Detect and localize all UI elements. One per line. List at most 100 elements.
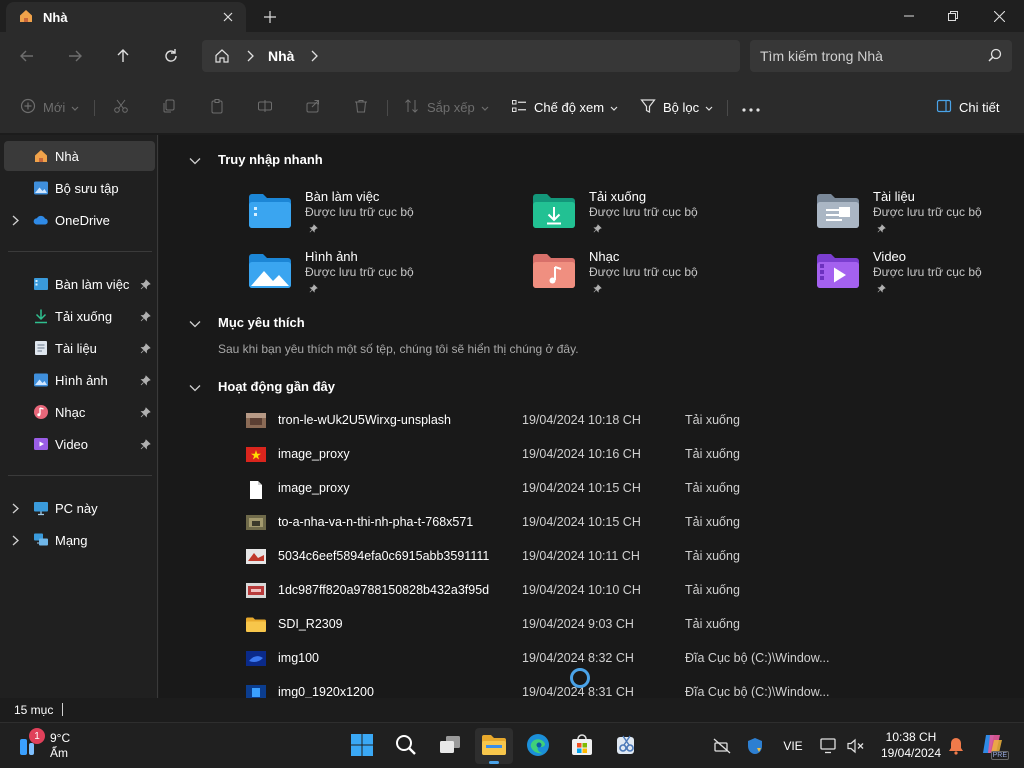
forward-arrow-icon[interactable] xyxy=(61,42,89,70)
sidebar-item-label: Bộ sưu tập xyxy=(55,180,119,196)
new-tab-icon[interactable] xyxy=(260,7,280,27)
tab-home[interactable]: Nhà xyxy=(6,2,246,32)
filter-button[interactable]: Bộ lọc xyxy=(640,93,713,121)
recent-header[interactable]: Hoạt động gần đây xyxy=(189,379,335,394)
recent-file-row[interactable]: 5034c6eef5894efa0c6915abb3591111 19/04/2… xyxy=(244,539,944,573)
display-icon[interactable] xyxy=(819,736,839,756)
clock[interactable]: 10:38 CH 19/04/2024 xyxy=(876,729,946,761)
share-button[interactable] xyxy=(305,93,321,121)
file-date: 19/04/2024 10:16 CH xyxy=(522,447,641,461)
quick-access-header[interactable]: Truy nhập nhanh xyxy=(189,152,323,167)
chevron-down-icon[interactable] xyxy=(189,380,201,395)
breadcrumb-chevron-icon[interactable] xyxy=(310,50,319,62)
up-arrow-icon[interactable] xyxy=(109,42,137,70)
cut-button[interactable] xyxy=(113,93,129,121)
file-date: 19/04/2024 8:32 CH xyxy=(522,651,634,665)
video-folder-icon xyxy=(816,253,860,289)
sidebar-item-label: Hình ảnh xyxy=(55,372,108,388)
sidebar-item-pictures[interactable]: Hình ảnh xyxy=(4,365,155,395)
recent-file-row[interactable]: img0_1920x1200 19/04/2024 8:31 CH Đĩa Cụ… xyxy=(244,675,944,698)
search-box[interactable] xyxy=(750,40,1012,72)
snipping-tool-taskbar-button[interactable] xyxy=(607,728,645,764)
recent-file-row[interactable]: to-a-nha-va-n-thi-nh-pha-t-768x571 19/04… xyxy=(244,505,944,539)
security-shield-icon[interactable] xyxy=(745,736,765,756)
pin-icon[interactable] xyxy=(140,278,151,293)
close-tab-icon[interactable] xyxy=(220,9,236,25)
sidebar-item-documents[interactable]: Tài liệu xyxy=(4,333,155,363)
quick-access-status: Được lưu trữ cục bộ xyxy=(873,265,982,279)
breadcrumb-home[interactable]: Nhà xyxy=(268,48,294,64)
minimize-icon[interactable] xyxy=(886,0,932,32)
store-taskbar-button[interactable] xyxy=(563,728,601,764)
paste-button[interactable] xyxy=(209,93,225,121)
flag-thumbnail-icon xyxy=(246,447,266,462)
quick-access-downloads[interactable]: Tải xuống Được lưu trữ cục bộ xyxy=(532,189,792,243)
start-button[interactable] xyxy=(343,728,381,764)
sidebar-item-onedrive[interactable]: OneDrive xyxy=(4,205,155,235)
notification-bell-icon[interactable] xyxy=(946,736,966,756)
view-button[interactable]: Chế độ xem xyxy=(511,93,618,121)
sidebar-item-home[interactable]: Nhà xyxy=(4,141,155,171)
chevron-right-icon[interactable] xyxy=(12,214,19,229)
recent-file-row[interactable]: SDI_R2309 19/04/2024 9:03 CH Tải xuống xyxy=(244,607,944,641)
delete-button[interactable] xyxy=(353,93,369,121)
recent-file-row[interactable]: 1dc987ff820a9788150828b432a3f95d 19/04/2… xyxy=(244,573,944,607)
task-view-button[interactable] xyxy=(431,728,469,764)
pin-icon[interactable] xyxy=(140,406,151,421)
sidebar-item-music[interactable]: Nhạc xyxy=(4,397,155,427)
more-options-button[interactable] xyxy=(742,93,760,121)
file-location: Đĩa Cục bộ (C:)\Window... xyxy=(685,651,830,665)
pin-icon[interactable] xyxy=(140,374,151,389)
details-button[interactable]: Chi tiết xyxy=(936,93,999,121)
pin-icon[interactable] xyxy=(140,438,151,453)
weather-widget[interactable]: 1 9°C Ẩm xyxy=(16,728,76,763)
rename-button[interactable] xyxy=(257,93,273,121)
sidebar-item-downloads[interactable]: Tải xuống xyxy=(4,301,155,331)
sort-button[interactable]: Sắp xếp xyxy=(404,93,489,121)
file-name: image_proxy xyxy=(278,481,350,495)
chevron-down-icon[interactable] xyxy=(189,153,201,168)
recent-file-row[interactable]: image_proxy 19/04/2024 10:15 CH Tải xuốn… xyxy=(244,471,944,505)
file-name: 1dc987ff820a9788150828b432a3f95d xyxy=(278,583,490,597)
network-disconnected-icon[interactable] xyxy=(712,736,732,756)
search-icon[interactable] xyxy=(988,48,1002,65)
chevron-down-icon[interactable] xyxy=(189,316,201,331)
pin-icon[interactable] xyxy=(140,342,151,357)
quick-access-documents[interactable]: Tài liệu Được lưu trữ cục bộ xyxy=(816,189,1024,243)
recent-file-row[interactable]: tron-le-wUk2U5Wirxg-unsplash 19/04/2024 … xyxy=(244,403,944,437)
chevron-right-icon[interactable] xyxy=(12,502,19,517)
volume-muted-icon[interactable] xyxy=(846,736,866,756)
back-arrow-icon[interactable] xyxy=(13,42,41,70)
close-window-icon[interactable] xyxy=(976,0,1022,32)
recent-file-row[interactable]: img100 19/04/2024 8:32 CH Đĩa Cục bộ (C:… xyxy=(244,641,944,675)
restore-icon[interactable] xyxy=(930,0,976,32)
address-bar[interactable]: Nhà xyxy=(202,40,740,72)
recent-file-row[interactable]: image_proxy 19/04/2024 10:16 CH Tải xuốn… xyxy=(244,437,944,471)
sidebar-item-desktop[interactable]: Bàn làm việc xyxy=(4,269,155,299)
copy-button[interactable] xyxy=(161,93,177,121)
breadcrumb-chevron-icon[interactable] xyxy=(246,50,254,62)
home-outline-icon[interactable] xyxy=(214,48,230,64)
search-input[interactable] xyxy=(760,48,980,64)
favorites-header[interactable]: Mục yêu thích xyxy=(189,315,305,330)
sidebar-item-gallery[interactable]: Bộ sưu tập xyxy=(4,173,155,203)
edge-taskbar-button[interactable] xyxy=(519,728,557,764)
onedrive-icon xyxy=(33,212,49,228)
details-pane-icon xyxy=(936,98,952,117)
sidebar-item-this-pc[interactable]: PC này xyxy=(4,493,155,523)
file-explorer-taskbar-button[interactable] xyxy=(475,728,513,764)
quick-access-desktop[interactable]: Bàn làm việc Được lưu trữ cục bộ xyxy=(248,189,508,243)
copilot-button[interactable]: PRE xyxy=(979,732,1009,760)
quick-access-music[interactable]: Nhạc Được lưu trữ cục bộ xyxy=(532,249,792,303)
taskbar-search-button[interactable] xyxy=(387,728,425,764)
sidebar-item-video[interactable]: Video xyxy=(4,429,155,459)
divider xyxy=(387,100,388,116)
refresh-icon[interactable] xyxy=(157,42,185,70)
quick-access-video[interactable]: Video Được lưu trữ cục bộ xyxy=(816,249,1024,303)
language-indicator[interactable]: VIE xyxy=(778,736,808,756)
quick-access-pictures[interactable]: Hình ảnh Được lưu trữ cục bộ xyxy=(248,249,508,303)
sidebar-item-network[interactable]: Mạng xyxy=(4,525,155,555)
new-button[interactable]: Mới xyxy=(20,93,79,121)
chevron-right-icon[interactable] xyxy=(12,534,19,549)
pin-icon[interactable] xyxy=(140,310,151,325)
